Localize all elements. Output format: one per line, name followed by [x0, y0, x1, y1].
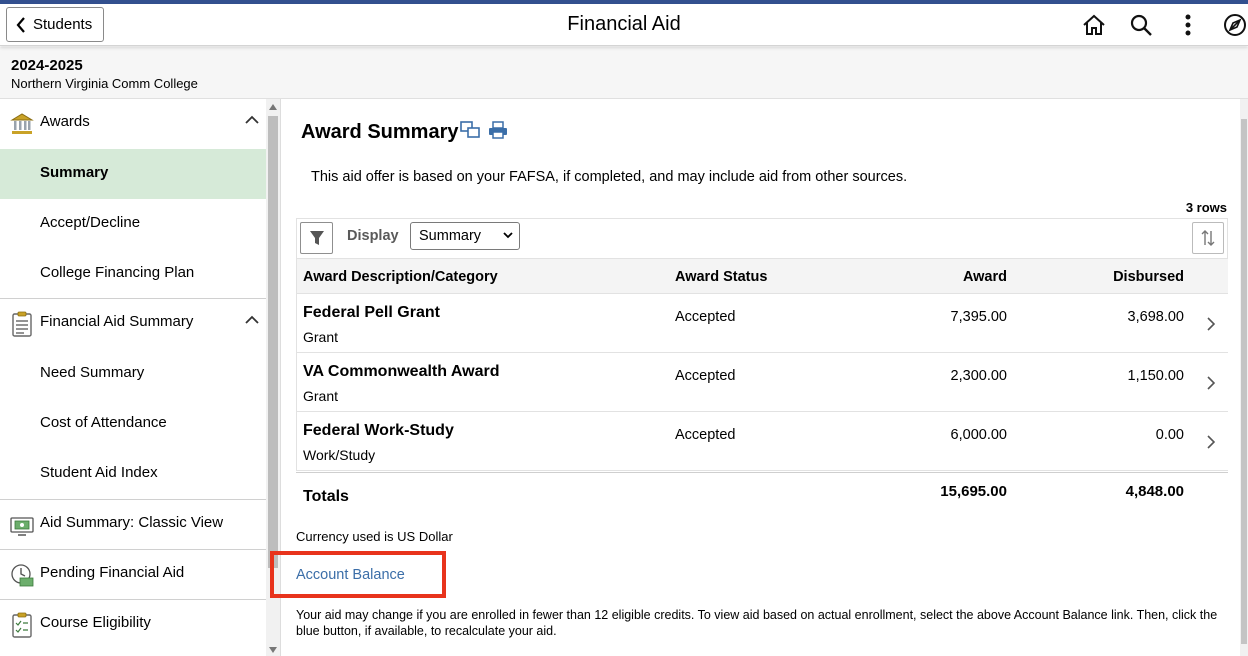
monitor-money-icon [10, 517, 34, 536]
award-category: Grant [303, 388, 339, 404]
scroll-up-arrow-icon[interactable] [269, 104, 277, 110]
chevron-right-icon[interactable] [1207, 317, 1215, 331]
display-select[interactable]: Summary [410, 222, 520, 250]
app-header: Students Financial Aid [0, 4, 1248, 46]
sidebar-item-student-aid-index[interactable]: Student Aid Index [0, 449, 266, 499]
sidebar-group-label: Pending Financial Aid [40, 564, 185, 581]
account-balance-link[interactable]: Account Balance [296, 567, 405, 583]
sidebar-nav: Awards Summary Accept/Decline College Fi… [0, 99, 266, 656]
context-header: 2024-2025 Northern Virginia Comm College [0, 47, 1248, 99]
sidebar-item-cost-of-attendance[interactable]: Cost of Attendance [0, 399, 266, 449]
award-description: Federal Pell Grant [303, 304, 440, 321]
row-count: 3 rows [1185, 200, 1227, 215]
clipboard-icon [12, 311, 32, 337]
chevron-down-icon [503, 232, 513, 239]
sidebar-item-summary[interactable]: Summary [0, 149, 266, 199]
sidebar-item-label: College Financing Plan [40, 264, 195, 281]
totals-disbursed: 4,848.00 [1125, 483, 1184, 500]
award-amount: 2,300.00 [950, 368, 1007, 384]
main-content: Award Summary This aid offer is based on… [270, 99, 1240, 656]
search-icon[interactable] [1128, 12, 1154, 38]
table-row[interactable]: Federal Pell Grant Grant Accepted 7,395.… [296, 294, 1228, 353]
main-scrollbar[interactable] [1240, 99, 1248, 656]
title-actions [460, 121, 508, 139]
sidebar-group-aid-summary-classic[interactable]: Aid Summary: Classic View [0, 499, 266, 549]
totals-award: 15,695.00 [940, 483, 1007, 500]
column-header-status: Award Status [675, 269, 768, 285]
page-title: Financial Aid [567, 13, 681, 35]
award-amount: 6,000.00 [950, 427, 1007, 443]
sidebar-item-label: Need Summary [40, 364, 145, 381]
sidebar-group-pending-financial-aid[interactable]: Pending Financial Aid [0, 549, 266, 599]
print-icon[interactable] [488, 121, 508, 139]
chevron-right-icon[interactable] [1207, 376, 1215, 390]
aid-offer-intro: This aid offer is based on your FAFSA, i… [311, 169, 908, 185]
chevron-up-icon[interactable] [245, 115, 259, 125]
totals-label: Totals [303, 488, 349, 505]
grid-toolbar: Display Summary [296, 218, 1228, 258]
award-category: Grant [303, 329, 339, 345]
new-window-icon[interactable] [460, 121, 480, 139]
sidebar-scroll-thumb[interactable] [268, 116, 278, 568]
college-name: Northern Virginia Comm College [11, 76, 198, 91]
back-button[interactable]: Students [6, 7, 104, 42]
more-vertical-icon[interactable] [1175, 12, 1201, 38]
compass-icon[interactable] [1222, 12, 1248, 38]
sidebar-group-label: Aid Summary: Classic View [40, 514, 224, 531]
enrollment-note: Your aid may change if you are enrolled … [296, 608, 1218, 638]
display-select-value: Summary [419, 228, 482, 244]
column-header-disbursed: Disbursed [1113, 269, 1184, 285]
sidebar-item-accept-decline[interactable]: Accept/Decline [0, 199, 266, 249]
sidebar-group-awards[interactable]: Awards [0, 99, 266, 149]
checklist-icon [12, 612, 32, 638]
sidebar-item-label: Cost of Attendance [40, 414, 167, 431]
column-header-award: Award [962, 269, 1007, 285]
award-amount: 7,395.00 [950, 309, 1007, 325]
currency-note: Currency used is US Dollar [296, 529, 453, 544]
money-clock-icon [11, 564, 34, 587]
filter-button[interactable] [300, 222, 333, 254]
chevron-left-icon [16, 16, 25, 33]
home-icon[interactable] [1081, 12, 1107, 38]
award-category: Work/Study [303, 447, 376, 463]
table-row[interactable]: Federal Work-Study Work/Study Accepted 6… [296, 412, 1228, 471]
filter-icon [309, 231, 324, 245]
bank-icon [10, 113, 34, 134]
column-header-description: Award Description/Category [303, 269, 498, 285]
disbursed-amount: 0.00 [1155, 427, 1184, 443]
award-status: Accepted [675, 368, 736, 384]
sidebar-group-label: Course Eligibility [40, 614, 151, 631]
sidebar-item-label: Student Aid Index [40, 464, 158, 481]
award-description: Federal Work-Study [303, 422, 454, 439]
sidebar-item-need-summary[interactable]: Need Summary [0, 349, 266, 399]
award-status: Accepted [675, 309, 736, 325]
sidebar-group-financial-aid-summary[interactable]: Financial Aid Summary [0, 298, 266, 348]
section-title: Award Summary [301, 121, 459, 143]
aid-year: 2024-2025 [11, 57, 83, 74]
sidebar-item-label: Accept/Decline [40, 214, 141, 231]
award-status: Accepted [675, 427, 736, 443]
chevron-up-icon[interactable] [245, 315, 259, 325]
back-button-label: Students [33, 16, 93, 33]
sidebar-group-label: Awards [40, 113, 90, 130]
sort-button[interactable] [1192, 222, 1224, 254]
table-header: Award Description/Category Award Status … [296, 258, 1228, 294]
sort-icon [1201, 230, 1215, 246]
main-scroll-thumb[interactable] [1241, 119, 1247, 644]
sidebar-group-label: Financial Aid Summary [40, 313, 194, 330]
display-label: Display [347, 228, 399, 244]
disbursed-amount: 1,150.00 [1127, 368, 1184, 384]
sidebar-item-college-financing-plan[interactable]: College Financing Plan [0, 249, 266, 299]
sidebar-group-course-eligibility[interactable]: Course Eligibility [0, 599, 266, 649]
disbursed-amount: 3,698.00 [1127, 309, 1184, 325]
scroll-down-arrow-icon[interactable] [269, 647, 277, 653]
chevron-right-icon[interactable] [1207, 435, 1215, 449]
award-description: VA Commonwealth Award [303, 363, 500, 380]
totals-row: Totals 15,695.00 4,848.00 [296, 472, 1228, 512]
sidebar-item-label: Summary [40, 164, 109, 181]
table-row[interactable]: VA Commonwealth Award Grant Accepted 2,3… [296, 353, 1228, 412]
